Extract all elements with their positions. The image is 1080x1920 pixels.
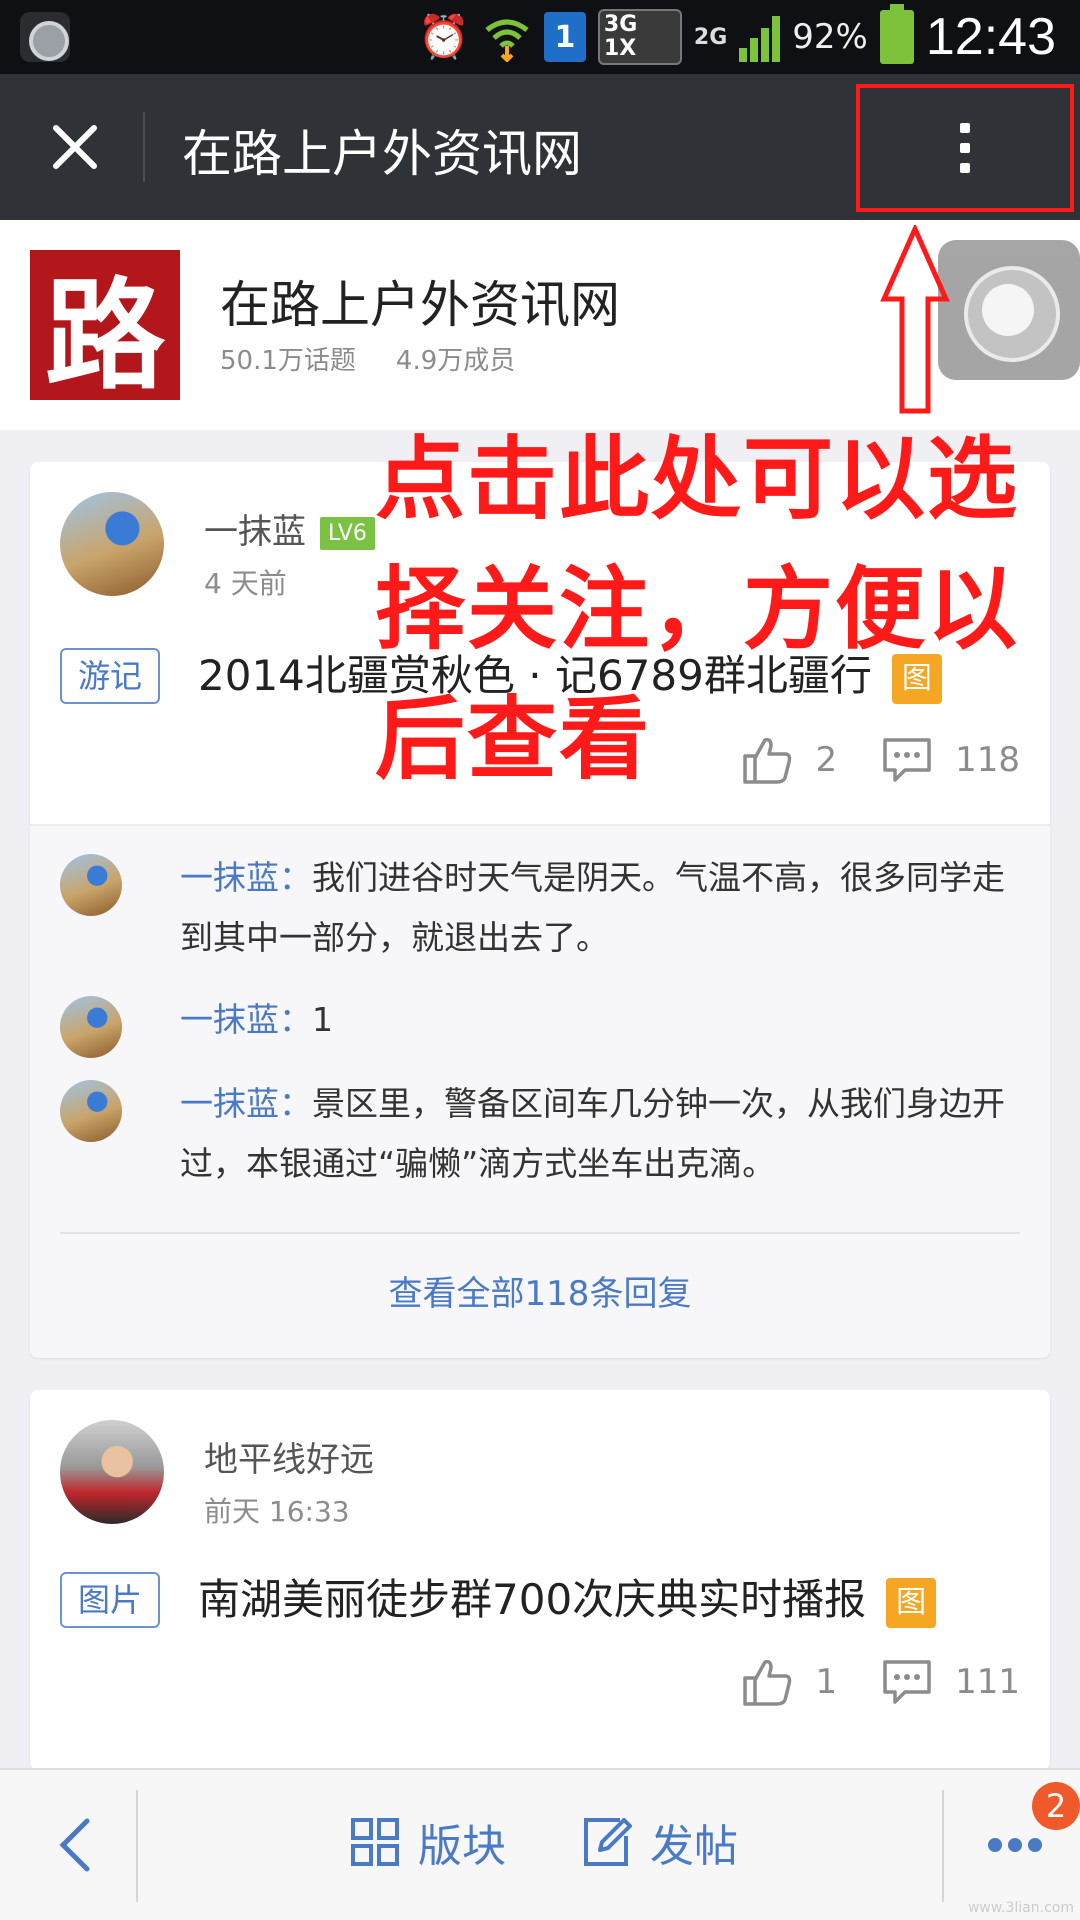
instruction-annotation: 点击此处可以选择关注，方便以后查看 [375, 427, 1019, 792]
title-bar: 在路上户外资讯网 [0, 74, 1080, 220]
app-notification-icon [20, 12, 70, 62]
reply-text: 一抹蓝：景区里，警备区间车几分钟一次，从我们身边开过，本银通过“骗懒”滴方式坐车… [180, 1074, 1020, 1194]
view-all-replies-link[interactable]: 查看全部118条回复 [30, 1266, 1050, 1315]
signal-bars-icon [739, 12, 781, 62]
battery-icon [879, 4, 914, 64]
forum-name: 在路上户外资讯网 [220, 276, 620, 334]
reply-text: 一抹蓝：我们进谷时天气是阴天。气温不高，很多同学走到其中一部分，就退出去了。 [180, 848, 1020, 968]
status-icons: ⏰ 1 3G 1X 2G 92% 12:43 [418, 0, 1056, 74]
reply-avatar[interactable] [60, 996, 122, 1058]
reply-avatar[interactable] [60, 854, 122, 916]
post-time: 前天 16:33 [204, 1495, 350, 1528]
bottom-toolbar: 版块 发帖 2 www.3lian.com [0, 1768, 1080, 1920]
post-tag[interactable]: 游记 [60, 648, 161, 704]
sections-label: 版块 [418, 1821, 506, 1872]
status-bar: ⏰ 1 3G 1X 2G 92% 12:43 [0, 0, 1080, 74]
reply-author[interactable]: 一抹蓝： [180, 1084, 312, 1123]
author-name[interactable]: 地平线好远 [204, 1432, 374, 1481]
reply-list: 一抹蓝：我们进谷时天气是阴天。气温不高，很多同学走到其中一部分，就退出去了。 一… [30, 824, 1050, 1358]
up-arrow-annotation [880, 225, 950, 414]
post-card[interactable]: 地平线好远 前天 16:33 图片 南湖美丽徒步群700次庆典实时播报图 1 1… [30, 1390, 1050, 1770]
assistive-touch-button[interactable] [938, 240, 1080, 380]
page-title: 在路上户外资讯网 [182, 125, 582, 183]
post-title-text: 南湖美丽徒步群700次庆典实时播报 [198, 1575, 867, 1624]
back-button[interactable] [30, 1800, 120, 1890]
clock: 12:43 [925, 8, 1056, 66]
reply-item[interactable]: 一抹蓝：我们进谷时天气是阴天。气温不高，很多同学走到其中一部分，就退出去了。 [60, 854, 1020, 974]
more-horizontal-icon [988, 1838, 1002, 1852]
notification-badge: 2 [1032, 1782, 1080, 1830]
sections-button[interactable]: 版块 [350, 1810, 506, 1874]
reply-avatar[interactable] [60, 1080, 122, 1142]
close-icon [53, 125, 97, 169]
wifi-icon [485, 19, 529, 62]
reply-item[interactable]: 一抹蓝：景区里，警备区间车几分钟一次，从我们身边开过，本银通过“骗懒”滴方式坐车… [60, 1080, 1020, 1200]
toolbar-divider [942, 1790, 944, 1902]
topic-count: 50.1万话题 [220, 346, 356, 376]
battery-percent: 92% [792, 17, 868, 57]
level-badge: LV6 [320, 517, 375, 550]
alarm-icon: ⏰ [417, 12, 470, 61]
post-time: 4 天前 [204, 567, 287, 600]
forum-logo: 路 [30, 250, 180, 406]
new-post-button[interactable]: 发帖 [580, 1810, 738, 1874]
title-divider [143, 112, 145, 182]
author-name[interactable]: 一抹蓝 LV6 [204, 504, 375, 553]
sim-indicator: 1 [543, 12, 586, 62]
divider [60, 1232, 1020, 1234]
post-tag[interactable]: 图片 [60, 1572, 161, 1628]
author-label: 一抹蓝 [204, 512, 306, 552]
member-count: 4.9万成员 [395, 346, 516, 376]
avatar[interactable] [60, 492, 164, 596]
more-menu-button[interactable] [980, 1820, 1050, 1870]
chevron-left-icon [59, 1818, 90, 1872]
reply-text: 一抹蓝：1 [180, 990, 1020, 1050]
more-options-button[interactable] [856, 84, 1074, 212]
comment-icon[interactable] [881, 1656, 933, 1708]
close-button[interactable] [30, 102, 120, 192]
image-badge: 图 [886, 1577, 937, 1628]
reply-item[interactable]: 一抹蓝：1 [60, 996, 1020, 1058]
like-icon[interactable] [741, 1656, 793, 1708]
toolbar-divider [136, 1790, 138, 1902]
more-vertical-icon [960, 123, 970, 173]
comment-count: 111 [955, 1662, 1020, 1702]
reply-author[interactable]: 一抹蓝： [180, 858, 312, 897]
edit-icon [584, 1818, 632, 1866]
like-count: 1 [815, 1662, 838, 1702]
reply-author[interactable]: 一抹蓝： [180, 1000, 312, 1039]
network-2g-label: 2G [693, 24, 728, 50]
watermark: www.3lian.com [967, 1900, 1074, 1916]
new-post-label: 发帖 [650, 1821, 738, 1872]
grid-icon [351, 1818, 399, 1866]
reply-content: 1 [312, 1000, 333, 1039]
forum-stats: 50.1万话题 4.9万成员 [220, 340, 515, 377]
network-type-badge: 3G 1X [597, 9, 682, 65]
avatar[interactable] [60, 1420, 164, 1524]
post-title[interactable]: 南湖美丽徒步群700次庆典实时播报图 [198, 1566, 937, 1628]
post-stats: 1 111 [741, 1656, 1020, 1708]
